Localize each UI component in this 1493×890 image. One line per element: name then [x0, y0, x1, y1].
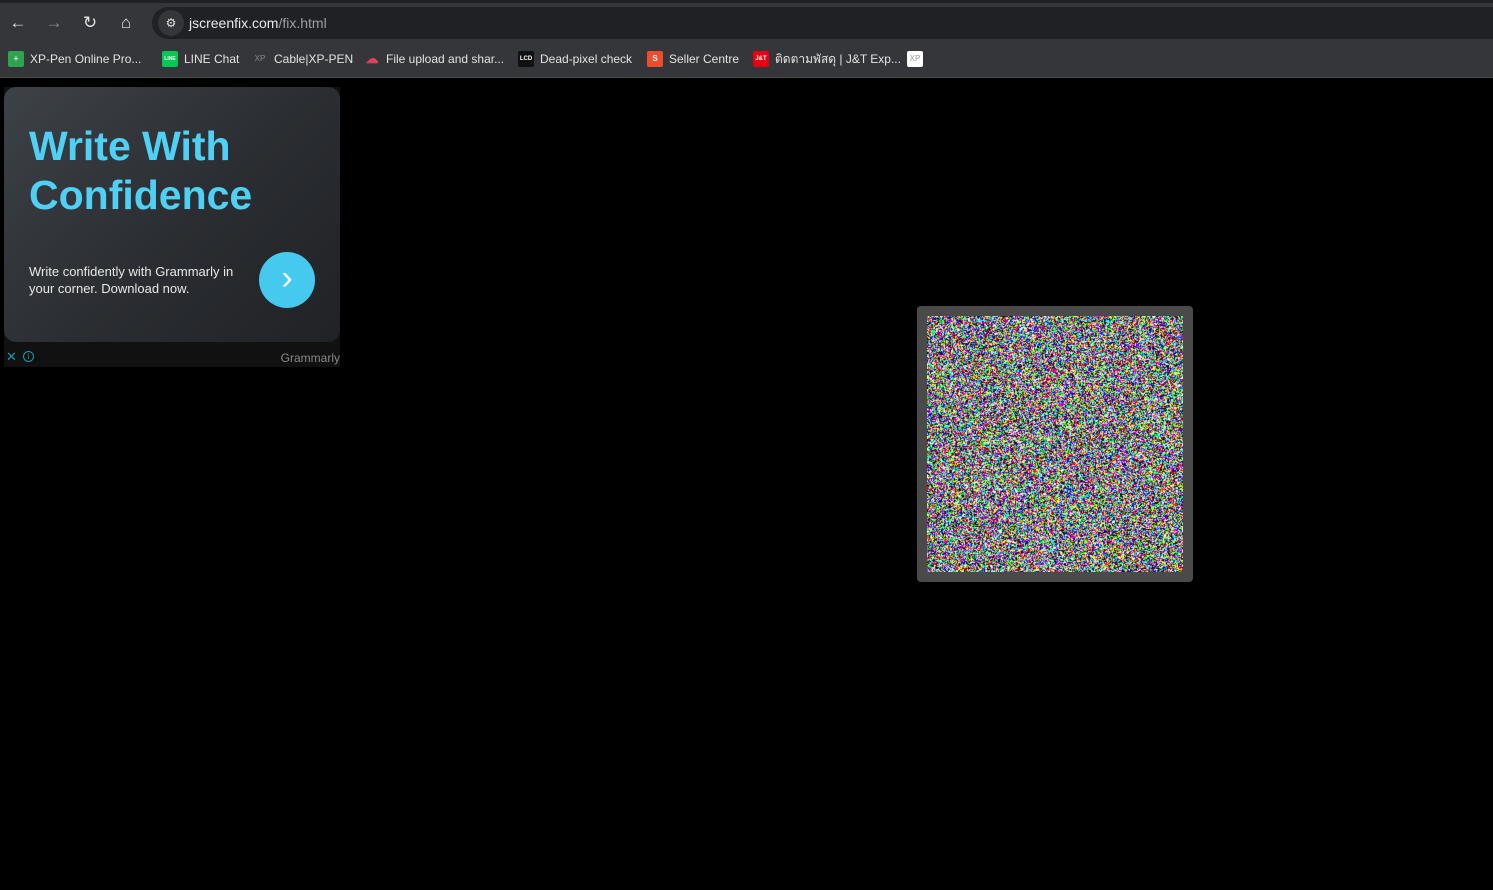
- address-bar[interactable]: ⚙ jscreenfix.com/fix.html: [152, 7, 1493, 39]
- bookmark-dead-pixel-check[interactable]: LCD Dead-pixel check: [518, 50, 632, 68]
- url-text[interactable]: jscreenfix.com/fix.html: [189, 15, 327, 31]
- xp-pen-icon: XP: [252, 51, 268, 67]
- shopee-icon: S: [647, 51, 663, 67]
- noise-flasher[interactable]: [927, 316, 1183, 572]
- line-icon: LINE: [162, 51, 178, 67]
- grammarly-ad[interactable]: Write With Confidence Write confidently w…: [4, 87, 340, 367]
- ad-body: Write confidently with Grammarly in your…: [29, 263, 249, 297]
- forward-button[interactable]: →: [42, 11, 66, 35]
- bookmark-xp-pen-online[interactable]: + XP-Pen Online Pro...: [8, 50, 141, 68]
- bookmark-line-chat[interactable]: LINE LINE Chat: [162, 50, 239, 68]
- bookmark-label: LINE Chat: [184, 52, 239, 66]
- info-icon[interactable]: i: [23, 351, 34, 362]
- bookmark-label: ติดตามพัสดุ | J&T Exp...: [775, 50, 901, 69]
- ad-card[interactable]: Write With Confidence Write confidently w…: [4, 87, 340, 342]
- pixel-fixer-window[interactable]: [917, 306, 1193, 582]
- bookmark-label: XP-Pen Online Pro...: [30, 52, 141, 66]
- bookmark-icon: +: [8, 51, 24, 67]
- bookmark-cable-xp-pen[interactable]: XP Cable|XP-PEN: [252, 50, 353, 68]
- xp-pen-icon: XP: [907, 51, 923, 67]
- ad-brand[interactable]: Grammarly: [281, 351, 340, 365]
- ad-headline: Write With Confidence: [29, 122, 252, 220]
- bookmark-label: File upload and shar...: [386, 52, 504, 66]
- back-button[interactable]: ←: [6, 11, 30, 35]
- bookmark-seller-centre[interactable]: S Seller Centre: [647, 50, 739, 68]
- browser-toolbar: ← → ↻ ⌂ ⚙ jscreenfix.com/fix.html: [0, 0, 1493, 41]
- site-info-icon[interactable]: ⚙: [158, 10, 184, 36]
- bookmarks-bar: + XP-Pen Online Pro... LINE LINE Chat XP Ca…: [0, 41, 1493, 78]
- home-button[interactable]: ⌂: [114, 11, 138, 35]
- reload-button[interactable]: ↻: [78, 11, 102, 35]
- bookmark-label: Dead-pixel check: [540, 52, 632, 66]
- url-path: /fix.html: [278, 15, 326, 31]
- bookmark-jt-express[interactable]: J&T ติดตามพัสดุ | J&T Exp...: [753, 50, 901, 68]
- chevron-right-icon[interactable]: ›: [259, 252, 315, 308]
- url-domain: jscreenfix.com: [189, 15, 278, 31]
- cloud-icon: ☁: [364, 51, 380, 67]
- close-icon[interactable]: ✕: [6, 349, 17, 365]
- bookmark-label: Seller Centre: [669, 52, 739, 66]
- lcd-tech-icon: LCD: [518, 51, 534, 67]
- ad-footer: ✕ i Grammarly: [4, 349, 340, 367]
- jt-icon: J&T: [753, 51, 769, 67]
- bookmark-xp-pen[interactable]: XP: [907, 50, 929, 68]
- bookmark-file-upload[interactable]: ☁ File upload and shar...: [364, 50, 504, 68]
- bookmark-label: Cable|XP-PEN: [274, 52, 353, 66]
